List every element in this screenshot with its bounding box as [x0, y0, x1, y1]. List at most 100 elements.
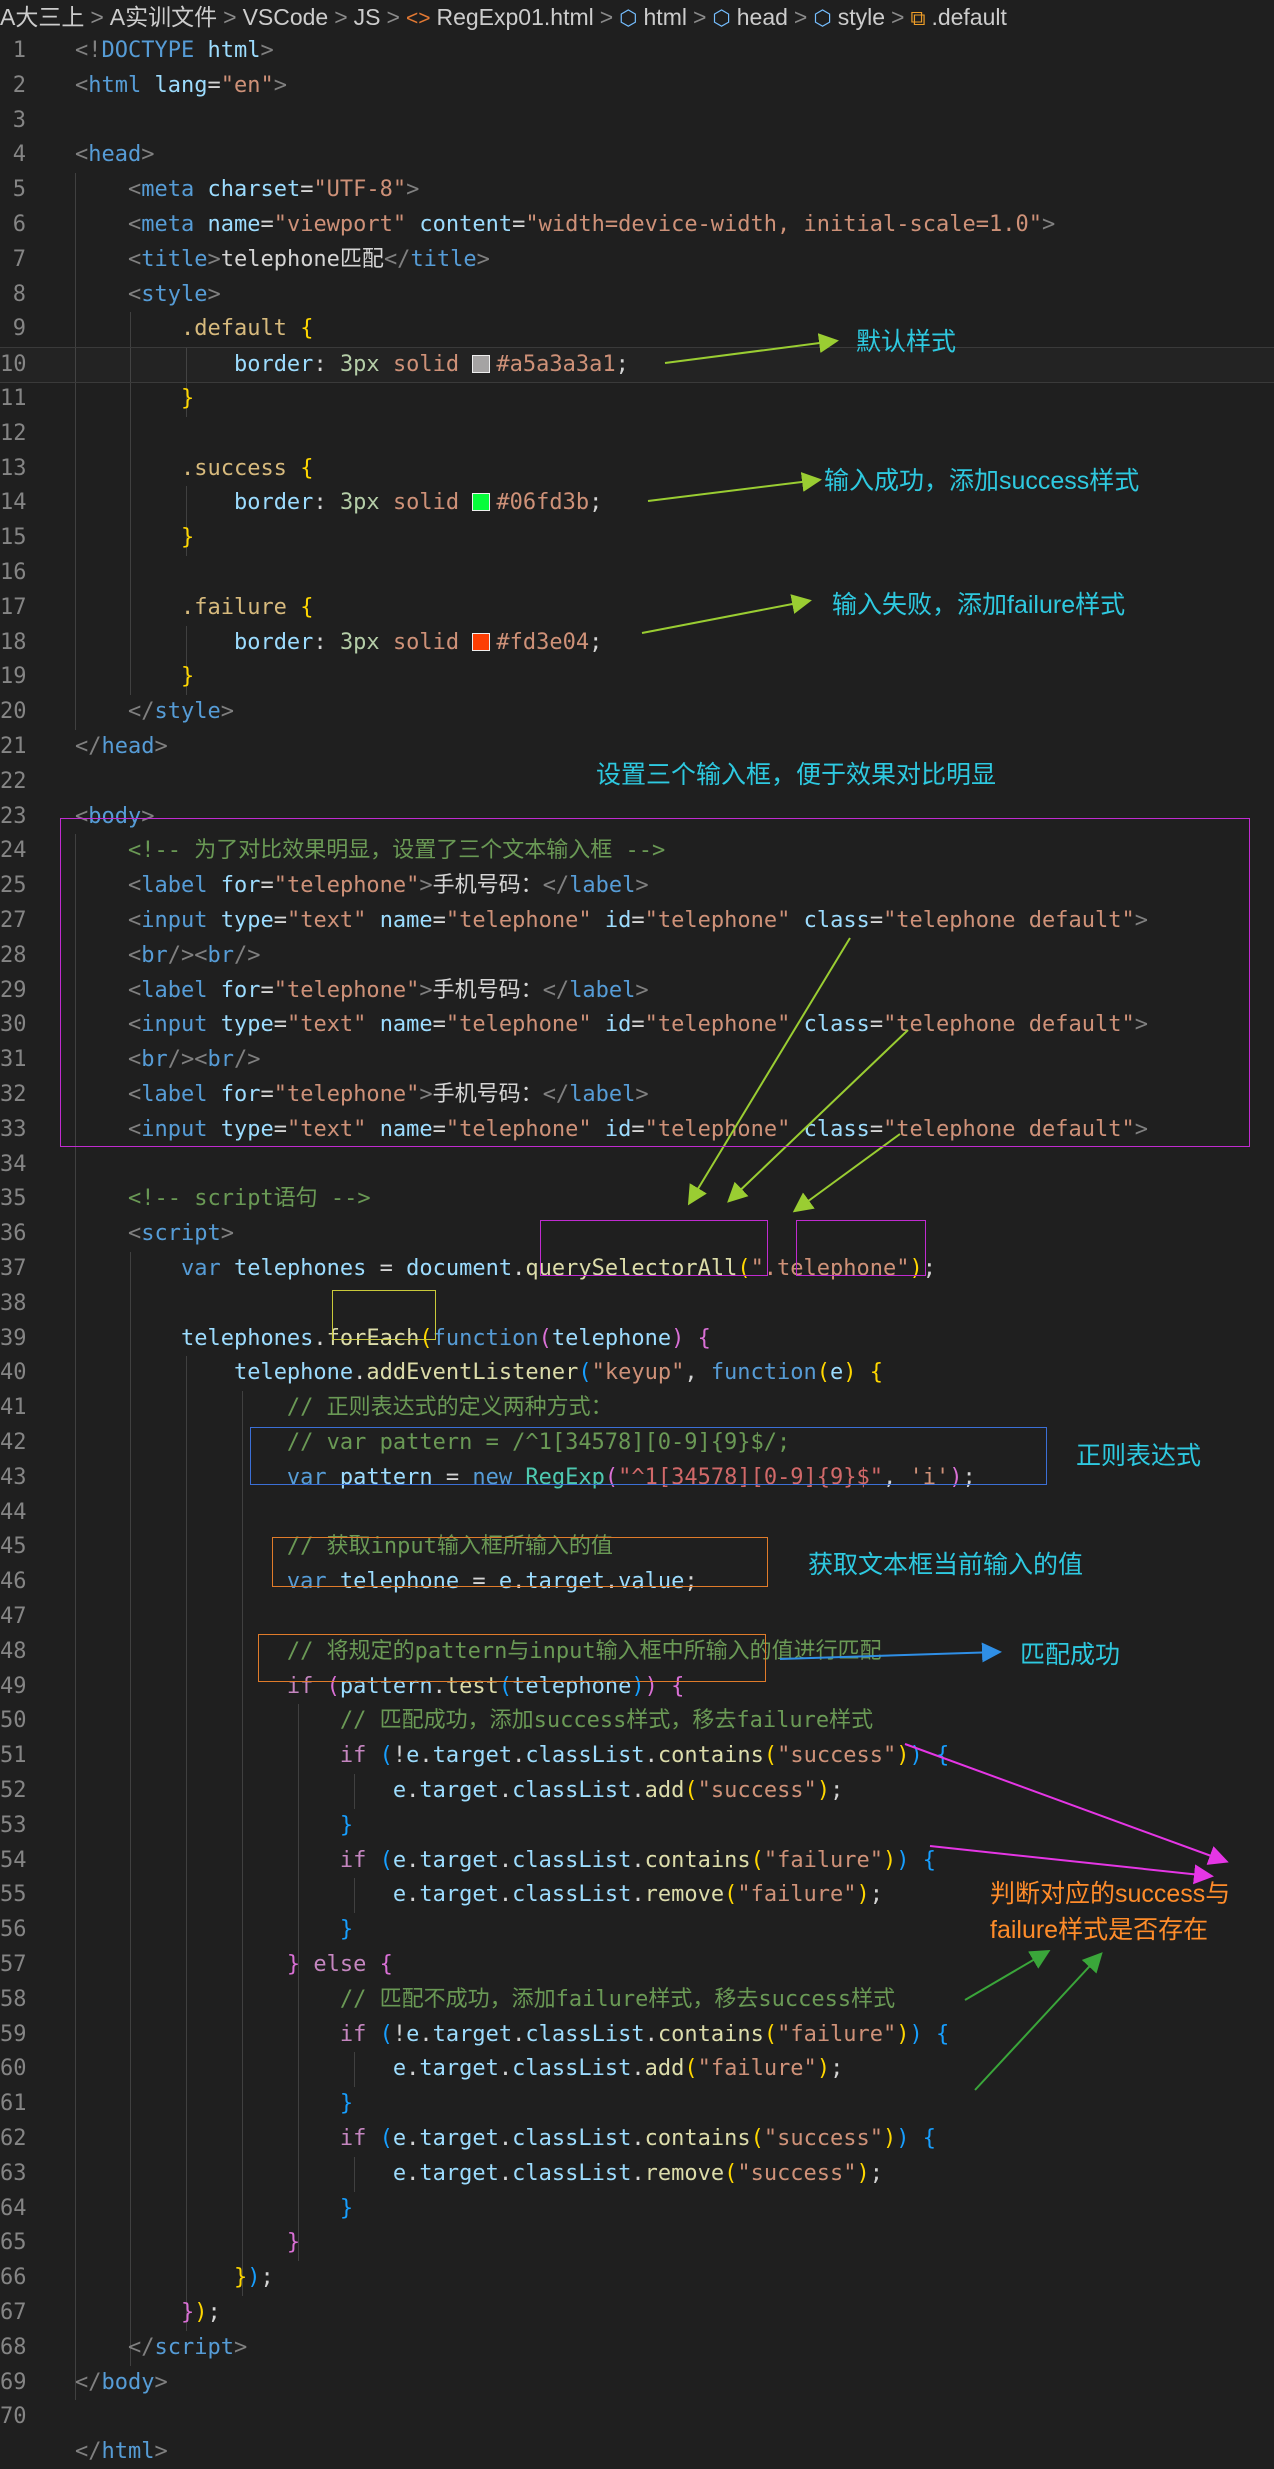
code-line[interactable]: 9 .default { — [0, 312, 1274, 346]
code-line[interactable]: 67 }); — [0, 2296, 1274, 2330]
code-text: e.target.classList.add("success"); — [75, 1774, 843, 1808]
code-token: contains — [657, 2021, 764, 2047]
code-text: if (e.target.classList.contains("failure… — [75, 1844, 936, 1878]
code-line[interactable]: 41 // 正则表达式的定义两种方式： — [0, 1391, 1274, 1425]
code-token: , — [684, 1360, 711, 1386]
code-line[interactable]: 8 <style> — [0, 278, 1274, 312]
code-line[interactable]: 35 <!-- script语句 --> — [0, 1182, 1274, 1216]
code-line[interactable]: 58 // 匹配不成功，添加failure样式，移去success样式 — [0, 1983, 1274, 2017]
code-line[interactable]: 51 if (!e.target.classList.contains("suc… — [0, 1739, 1274, 1773]
code-line[interactable]: 66 }); — [0, 2261, 1274, 2295]
breadcrumb-item[interactable]: A实训文件 — [110, 0, 217, 34]
code-line[interactable]: 34 — [0, 1148, 1274, 1182]
breadcrumb-item[interactable]: JS — [354, 0, 381, 34]
line-number: 2 — [12, 72, 26, 98]
breadcrumb-item[interactable]: A大三上 — [0, 0, 84, 34]
code-line[interactable]: 39 telephones.forEach(function(telephone… — [0, 1322, 1274, 1356]
line-number: 57 — [0, 1952, 27, 1977]
line-number: 62 — [0, 2126, 27, 2151]
code-text: e.target.classList.remove("success"); — [75, 2157, 883, 2191]
line-number: 54 — [0, 1847, 27, 1873]
code-text: } — [75, 660, 194, 694]
line-number: 3 — [12, 107, 26, 133]
code-line[interactable]: 19 } — [0, 660, 1274, 694]
code-token: solid — [392, 490, 460, 516]
code-token: head — [88, 142, 142, 168]
code-line[interactable]: 7 <title>telephone匹配</title> — [0, 243, 1274, 277]
code-line[interactable]: 10 border: 3px solid #a5a3a3a1; — [0, 347, 1274, 384]
code-token: ( — [379, 1847, 393, 1873]
breadcrumb-item[interactable]: ⬡ style — [813, 0, 885, 34]
code-line[interactable]: </html> — [0, 2435, 1274, 2469]
code-line[interactable]: 57 } else { — [0, 1948, 1274, 1982]
code-text: } else { — [75, 1948, 393, 1982]
code-token: > — [220, 1221, 234, 1247]
code-line[interactable]: 50 // 匹配成功，添加success样式，移去failure样式 — [0, 1704, 1274, 1738]
breadcrumb-item[interactable]: VSCode — [243, 0, 329, 34]
breadcrumb-item[interactable]: ⧉ .default — [910, 0, 1006, 34]
code-line[interactable]: 68 </script> — [0, 2331, 1274, 2365]
code-line[interactable]: 6 <meta name="viewport" content="width=d… — [0, 208, 1274, 242]
code-token: target — [419, 2126, 499, 2151]
code-token: lang — [154, 72, 208, 98]
code-line[interactable]: 12 — [0, 417, 1274, 451]
code-token: telephone — [233, 1360, 354, 1386]
breadcrumb-item[interactable]: <> RegExp01.html — [406, 0, 594, 34]
code-line[interactable]: 15 } — [0, 521, 1274, 555]
breadcrumb-item[interactable]: ⬡ head — [712, 0, 788, 34]
code-line[interactable]: 52 e.target.classList.add("success"); — [0, 1774, 1274, 1808]
code-token: = — [260, 212, 274, 237]
code-token: > — [476, 246, 490, 272]
code-line[interactable]: 65 } — [0, 2226, 1274, 2260]
code-token: ( — [684, 2056, 698, 2082]
code-token: . — [419, 2021, 433, 2047]
code-line[interactable]: 70 — [0, 2400, 1274, 2434]
code-token: > — [260, 38, 274, 63]
code-line[interactable]: 1 <!DOCTYPE html> — [0, 34, 1274, 68]
code-line[interactable]: 63 e.target.classList.remove("success"); — [0, 2157, 1274, 2191]
breadcrumb-item[interactable]: ⬡ html — [619, 0, 687, 34]
code-token: . — [631, 2126, 645, 2151]
code-token: contains — [644, 1847, 751, 1873]
code-line[interactable]: 61 } — [0, 2087, 1274, 2121]
code-token: e — [392, 1778, 407, 1803]
code-token: . — [353, 1360, 367, 1386]
code-line[interactable]: 38 — [0, 1287, 1274, 1321]
code-line[interactable]: 62 if (e.target.classList.contains("succ… — [0, 2122, 1274, 2156]
code-line[interactable]: 3 — [0, 104, 1274, 138]
code-line[interactable]: 64 } — [0, 2192, 1274, 2226]
code-line[interactable]: 11 } — [0, 382, 1274, 416]
line-number: 32 — [0, 1082, 27, 1107]
line-number: 22 — [0, 768, 27, 794]
code-line[interactable]: 18 border: 3px solid #fd3e04; — [0, 626, 1274, 660]
code-line[interactable]: 54 if (e.target.classList.contains("fail… — [0, 1844, 1274, 1878]
color-swatch-icon[interactable] — [472, 355, 491, 374]
code-line[interactable]: 59 if (!e.target.classList.contains("fai… — [0, 2018, 1274, 2052]
code-line[interactable]: 60 e.target.classList.add("failure"); — [0, 2052, 1274, 2086]
code-token: } — [339, 2195, 354, 2221]
code-token: e — [392, 1847, 407, 1873]
code-line[interactable]: 53 } — [0, 1809, 1274, 1843]
code-line[interactable]: 47 — [0, 1600, 1274, 1634]
breadcrumb-label: A大三上 — [0, 4, 85, 30]
code-text: } — [75, 1809, 353, 1843]
code-line[interactable]: 44 — [0, 1496, 1274, 1530]
code-line[interactable]: 20 </style> — [0, 695, 1274, 729]
code-line[interactable]: 5 <meta charset="UTF-8"> — [0, 173, 1274, 207]
code-line[interactable]: 40 telephone.addEventListener("keyup", f… — [0, 1356, 1274, 1390]
breadcrumb-separator: > — [386, 4, 400, 30]
code-line[interactable]: 69 </body> — [0, 2366, 1274, 2400]
line-number: 16 — [0, 560, 27, 585]
code-token: > — [207, 246, 221, 272]
color-swatch-icon[interactable] — [472, 493, 491, 512]
color-swatch-icon[interactable] — [472, 632, 491, 651]
code-token: target — [419, 2056, 499, 2082]
code-line[interactable]: 2 <html lang="en"> — [0, 69, 1274, 103]
code-line[interactable]: 4 <head> — [0, 138, 1274, 172]
line-number: 60 — [0, 2056, 27, 2082]
